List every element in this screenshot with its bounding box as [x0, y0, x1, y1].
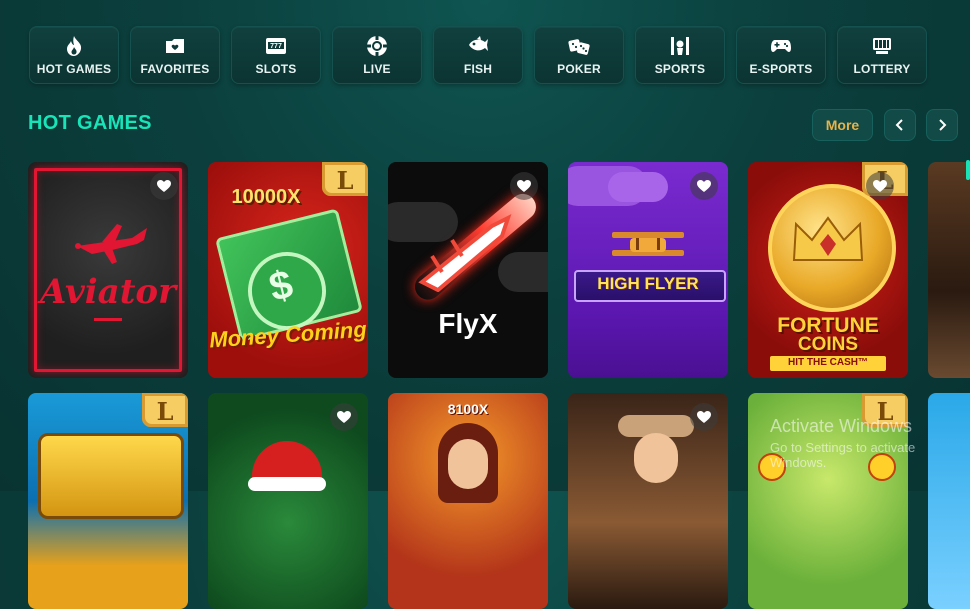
biplane-icon	[612, 232, 684, 256]
heart-icon	[157, 180, 171, 192]
game-title: HIGH FLYER	[597, 274, 699, 293]
game-tile-flyx[interactable]: FlyX	[388, 162, 548, 378]
svg-text:L: L	[877, 397, 894, 426]
favorite-button[interactable]	[330, 403, 358, 431]
game-tile-aviator[interactable]: Aviator	[28, 162, 188, 378]
game-tile-partial[interactable]	[928, 393, 970, 609]
jili-badge-icon: L	[142, 393, 188, 427]
favorite-button[interactable]	[690, 403, 718, 431]
category-lottery[interactable]: LOTTERY	[837, 26, 927, 84]
heart-icon	[697, 180, 711, 192]
favorite-button[interactable]	[866, 172, 894, 200]
game-title-line2: COINS	[797, 334, 859, 355]
svg-text:L: L	[337, 166, 354, 195]
game-tile-high-flyer[interactable]: HIGH FLYER	[568, 162, 728, 378]
dice-icon	[568, 35, 590, 57]
chevron-right-icon	[939, 119, 947, 131]
category-label: LOTTERY	[853, 61, 911, 76]
category-poker[interactable]: POKER	[534, 26, 624, 84]
category-label: E-SPORTS	[749, 61, 813, 76]
folder-heart-icon	[164, 35, 186, 57]
category-favorites[interactable]: FAVORITES	[130, 26, 220, 84]
crown-icon	[792, 216, 864, 261]
game-art	[388, 393, 548, 609]
flame-icon	[63, 35, 85, 57]
game-tile-money-coming[interactable]: $ 10000X Money Coming L	[208, 162, 368, 378]
svg-text:L: L	[157, 397, 174, 426]
category-bar: HOT GAMES FAVORITES 777 SLOTS LIVE FISH …	[29, 26, 927, 84]
gamepad-icon	[770, 35, 792, 57]
game-subtitle: HIT THE CASH™	[788, 357, 868, 368]
category-fish[interactable]: FISH	[433, 26, 523, 84]
slot-machine-icon: 777	[265, 35, 287, 57]
category-label: SLOTS	[255, 61, 297, 76]
category-label: POKER	[557, 61, 601, 76]
favorite-button[interactable]	[510, 172, 538, 200]
game-art	[928, 393, 970, 609]
lottery-icon	[871, 35, 893, 57]
game-tile-fortune-coins[interactable]: FORTUNE COINS HIT THE CASH™ L	[748, 162, 908, 378]
category-sports[interactable]: SPORTS	[635, 26, 725, 84]
game-tile-row2-4[interactable]	[568, 393, 728, 609]
favorite-button[interactable]	[690, 172, 718, 200]
more-button[interactable]: More	[812, 109, 873, 141]
game-art	[928, 162, 970, 378]
game-title: Aviator	[40, 272, 176, 312]
sports-icon	[669, 35, 691, 57]
category-label: LIVE	[363, 61, 391, 76]
fish-icon	[467, 35, 489, 57]
game-tile-row2-3[interactable]: 8100X	[388, 393, 548, 609]
favorite-button[interactable]	[150, 172, 178, 200]
jili-badge-icon: L	[862, 393, 908, 427]
next-button[interactable]	[926, 109, 958, 141]
category-e-sports[interactable]: E-SPORTS	[736, 26, 826, 84]
game-title: FlyX	[438, 308, 498, 339]
category-label: SPORTS	[654, 61, 706, 76]
game-tile-row2-2[interactable]	[208, 393, 368, 609]
category-label: HOT GAMES	[36, 61, 112, 76]
game-multiplier: 8100X	[447, 401, 489, 417]
heart-icon	[337, 411, 351, 423]
scroll-indicator	[966, 160, 970, 180]
category-label: FISH	[463, 61, 493, 76]
game-tile-partial[interactable]	[928, 162, 970, 378]
category-hot-games[interactable]: HOT GAMES	[29, 26, 119, 84]
rocket-icon	[418, 214, 512, 292]
game-tile-row2-5[interactable]: L	[748, 393, 908, 609]
category-slots[interactable]: 777 SLOTS	[231, 26, 321, 84]
heart-icon	[697, 411, 711, 423]
category-live[interactable]: LIVE	[332, 26, 422, 84]
category-label: FAVORITES	[140, 61, 210, 76]
plane-icon	[75, 224, 147, 264]
jili-badge-icon: L	[322, 162, 368, 196]
heart-icon	[873, 180, 887, 192]
svg-text:777: 777	[270, 43, 282, 50]
chevron-left-icon	[895, 119, 903, 131]
heart-icon	[517, 180, 531, 192]
section-title: HOT GAMES	[28, 112, 152, 134]
casino-chip-icon	[366, 35, 388, 57]
game-tile-row2-1[interactable]: L	[28, 393, 188, 609]
prev-button[interactable]	[884, 109, 916, 141]
